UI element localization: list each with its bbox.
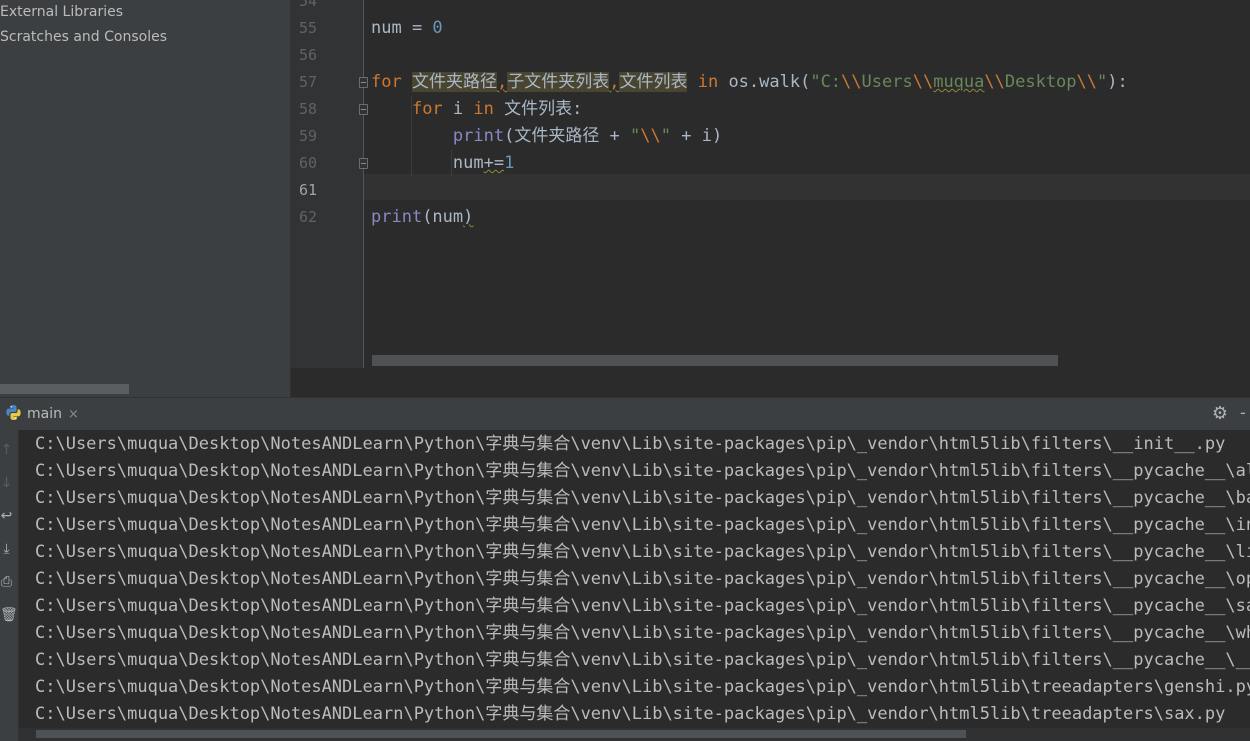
indent-guide [411,96,412,177]
code-token: \\ [1076,72,1098,92]
console-line: C:\Users\muqua\Desktop\NotesANDLearn\Pyt… [35,488,1250,508]
code-token: , [496,72,508,92]
code-token: \\ [984,72,1005,92]
code-token: " [660,126,672,146]
console-line: C:\Users\muqua\Desktop\NotesANDLearn\Pyt… [35,569,1250,589]
line-number: 54 [298,0,317,10]
code-line[interactable]: for 文件夹路径,子文件夹列表,文件列表 in os.walk("C:\\Us… [371,69,1128,96]
soft-wrap-icon[interactable]: ↩ [0,508,13,524]
code-token: print [452,126,505,146]
code-token: ): [1107,72,1128,92]
editor-footer-space [291,368,1250,397]
gear-icon[interactable]: ⚙ [1211,405,1229,423]
project-tree-panel: External Libraries Scratches and Console… [0,0,291,397]
fold-marker-icon[interactable] [359,104,368,115]
code-token: Desktop [1004,72,1077,92]
code-token: + i) [671,126,723,146]
console-line: C:\Users\muqua\Desktop\NotesANDLearn\Pyt… [35,650,1250,670]
console-line: C:\Users\muqua\Desktop\NotesANDLearn\Pyt… [35,515,1250,535]
run-toolbar: ↑ ↓ ↩ ⤓ ⎙ 🗑 [0,430,19,741]
hide-panel-icon[interactable]: - [1240,403,1246,422]
python-icon [5,404,22,425]
code-token: 0 [432,18,443,38]
code-token: ) [463,207,474,227]
code-line[interactable]: num+=1 [371,150,514,177]
close-icon[interactable]: × [68,407,79,422]
code-token: (文件夹路径 + [504,126,631,146]
console-line: C:\Users\muqua\Desktop\NotesANDLearn\Pyt… [35,542,1250,562]
fold-marker-icon[interactable] [359,158,368,169]
current-line-highlight [364,174,1250,200]
print-icon[interactable]: ⎙ [0,574,13,590]
code-token: 文件列表 [619,72,688,92]
console-line: C:\Users\muqua\Desktop\NotesANDLearn\Pyt… [35,623,1250,643]
code-token: 子文件夹列表 [507,72,610,92]
code-line[interactable]: print(文件夹路径 + "\\" + i) [371,123,722,150]
line-number: 55 [298,19,317,37]
line-number: 60 [298,154,317,172]
line-number: 61 [298,181,317,199]
run-toolwindow-header: main × ⚙ - [0,397,1250,430]
project-tree-horizontal-scrollbar[interactable] [0,384,129,394]
code-token: \\ [640,126,661,146]
code-token: num = [371,18,433,38]
console-horizontal-scrollbar[interactable] [36,730,966,738]
console-line: C:\Users\muqua\Desktop\NotesANDLearn\Pyt… [35,461,1250,481]
line-number: 62 [298,208,317,226]
console-line: C:\Users\muqua\Desktop\NotesANDLearn\Pyt… [35,596,1250,616]
code-token: in [697,72,719,92]
code-token: , [609,72,620,92]
line-number: 56 [298,46,317,64]
code-line[interactable]: for i in 文件列表: [371,96,582,123]
down-arrow-icon[interactable]: ↓ [0,475,13,491]
code-token: " [630,126,641,146]
console-line: C:\Users\muqua\Desktop\NotesANDLearn\Pyt… [35,434,1226,454]
code-token: " [1097,72,1108,92]
code-token: \\ [912,72,934,92]
line-number: 58 [298,100,317,118]
run-console-output[interactable]: C:\Users\muqua\Desktop\NotesANDLearn\Pyt… [19,430,1250,741]
editor-horizontal-scrollbar[interactable] [372,355,1058,366]
run-tab-main[interactable]: main × [0,398,88,430]
code-token: (num [422,207,464,227]
code-line[interactable]: num = 0 [371,15,443,42]
code-token: muqua [933,72,985,92]
scroll-to-end-icon[interactable]: ⤓ [0,541,13,557]
code-token: 文件列表: [493,99,583,119]
code-token: 1 [504,153,515,173]
line-number: 57 [298,73,317,91]
code-token: in [473,99,494,119]
console-line: C:\Users\muqua\Desktop\NotesANDLearn\Pyt… [35,677,1250,697]
code-token: += [483,153,505,173]
tree-item-external-libraries[interactable]: External Libraries [0,0,290,25]
code-token: print [371,207,423,227]
code-token: i [442,99,474,119]
code-token: 文件夹路径 [411,72,497,92]
indent-guide [451,150,452,177]
up-arrow-icon[interactable]: ↑ [0,442,13,458]
code-token: "C: [810,72,842,92]
tree-item-scratches-and-consoles[interactable]: Scratches and Consoles [0,25,290,50]
code-token: Users [861,72,913,92]
line-number-gutter: 54 55 56 57 58 59 60 61 62 [291,0,368,368]
console-line: C:\Users\muqua\Desktop\NotesANDLearn\Pyt… [35,704,1226,724]
code-token: for [371,72,402,92]
code-editor[interactable]: 54 55 56 57 58 59 60 61 62 num = 0 for 文件夹路径,子文件夹… [291,0,1250,368]
code-token: os.walk( [718,72,811,92]
trash-icon[interactable]: 🗑 [0,607,18,623]
code-line[interactable]: print(num) [371,204,473,231]
run-tab-label: main [27,406,62,422]
code-token: \\ [841,72,862,92]
code-token: for [411,99,443,119]
fold-marker-icon[interactable] [359,77,368,88]
code-token: num [371,153,484,173]
line-number: 59 [298,127,317,145]
